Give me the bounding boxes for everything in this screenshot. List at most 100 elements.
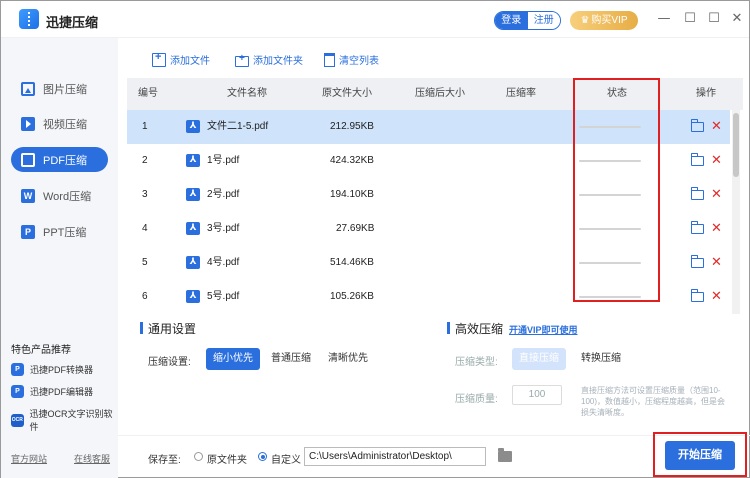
- delete-icon[interactable]: ✕: [711, 144, 722, 178]
- table-row[interactable]: 2 ⅄ 1号.pdf 424.32KB ✕: [127, 144, 730, 178]
- add-file-icon: [152, 51, 166, 67]
- online-service-link[interactable]: 在线客服: [74, 452, 110, 465]
- buy-vip-label: 购买VIP: [591, 15, 628, 26]
- type-direct-compress[interactable]: 直接压缩: [512, 348, 566, 370]
- minimize-icon[interactable]: —: [656, 11, 672, 27]
- compress-setting-label: 压缩设置:: [148, 357, 191, 368]
- register-button[interactable]: 注册: [527, 12, 560, 29]
- quality-input[interactable]: 100: [512, 385, 562, 405]
- pdf-converter-icon: P: [11, 363, 24, 376]
- table-header: 编号 文件名称 原文件大小 压缩后大小 压缩率 状态 操作: [127, 78, 743, 110]
- add-file-label: 添加文件: [170, 56, 210, 67]
- start-compress-button[interactable]: 开始压缩: [665, 441, 735, 470]
- radio-custom[interactable]: [258, 452, 267, 461]
- open-folder-icon[interactable]: [691, 221, 704, 234]
- sidebar-item-label: Word压缩: [43, 190, 92, 203]
- table-row[interactable]: 5 ⅄ 4号.pdf 514.46KB ✕: [127, 246, 730, 280]
- video-icon: [21, 116, 35, 131]
- open-folder-icon[interactable]: [691, 153, 704, 166]
- app-window: 迅捷压缩 登录 注册 ♛ 购买VIP — ☐ ☐ ✕ 图片压缩 视频压缩 PDF压…: [0, 0, 750, 478]
- sidebar-item-word[interactable]: W Word压缩: [11, 183, 108, 208]
- row-index: 6: [142, 291, 148, 302]
- login-button[interactable]: 登录: [495, 12, 528, 29]
- row-index: 2: [142, 155, 148, 166]
- advanced-settings-title: 高效压缩: [455, 322, 504, 336]
- row-index: 1: [142, 121, 148, 132]
- table-row[interactable]: 4 ⅄ 3号.pdf 27.69KB ✕: [127, 212, 730, 246]
- status-progress: [579, 296, 641, 298]
- table-row[interactable]: 6 ⅄ 5号.pdf 105.26KB ✕: [127, 280, 730, 314]
- open-folder-icon[interactable]: [691, 119, 704, 132]
- title-bar: 迅捷压缩 登录 注册 ♛ 购买VIP — ☐ ☐ ✕: [1, 1, 749, 38]
- delete-icon[interactable]: ✕: [711, 178, 722, 212]
- row-file-name: 4号.pdf: [207, 257, 240, 268]
- delete-icon[interactable]: ✕: [711, 212, 722, 246]
- add-folder-icon: [235, 53, 249, 67]
- sidebar: 图片压缩 视频压缩 PDF压缩 W Word压缩 P PPT压缩 特色产品推荐 …: [1, 38, 118, 478]
- sidebar-item-video[interactable]: 视频压缩: [11, 111, 108, 136]
- sidebar-item-label: PPT压缩: [43, 226, 87, 239]
- pdf-file-icon: ⅄: [186, 290, 200, 303]
- table-scrollbar-thumb[interactable]: [733, 113, 739, 177]
- status-progress: [579, 194, 641, 196]
- open-folder-icon[interactable]: [691, 255, 704, 268]
- add-folder-button[interactable]: 添加文件夹: [235, 52, 303, 67]
- restore-icon[interactable]: ☐: [706, 11, 722, 27]
- row-file-name: 文件二1-5.pdf: [207, 121, 269, 132]
- quality-hint: 直接压缩方法可设置压缩质量（范围10-100)，数值越小，压缩程度越高，但是会损…: [581, 386, 726, 417]
- option-normal-compress[interactable]: 普通压缩: [264, 348, 318, 370]
- open-folder-icon[interactable]: [691, 289, 704, 302]
- add-folder-label: 添加文件夹: [253, 56, 303, 67]
- row-file-name: 5号.pdf: [207, 291, 240, 302]
- pdf-editor-icon: P: [11, 385, 24, 398]
- featured-label: 迅捷OCR文字识别软件: [29, 409, 113, 432]
- row-original-size: 27.69KB: [336, 223, 375, 234]
- delete-icon[interactable]: ✕: [711, 280, 722, 314]
- clear-list-button[interactable]: 清空列表: [324, 52, 379, 67]
- open-vip-link[interactable]: 开通VIP即可使用: [509, 323, 578, 336]
- official-site-link[interactable]: 官方网站: [11, 452, 47, 465]
- sidebar-item-ppt[interactable]: P PPT压缩: [11, 219, 108, 244]
- save-to-label: 保存至:: [148, 455, 181, 466]
- custom-label: 自定义: [271, 455, 301, 466]
- maximize-icon[interactable]: ☐: [682, 11, 698, 27]
- featured-pdf-editor[interactable]: P 迅捷PDF编辑器: [11, 385, 93, 398]
- featured-pdf-converter[interactable]: P 迅捷PDF转换器: [11, 363, 93, 376]
- close-icon[interactable]: ✕: [729, 11, 745, 27]
- table-row[interactable]: 1 ⅄ 文件二1-5.pdf 212.95KB ✕: [127, 110, 730, 144]
- table-row[interactable]: 3 ⅄ 2号.pdf 194.10KB ✕: [127, 178, 730, 212]
- row-original-size: 105.26KB: [330, 291, 374, 302]
- add-file-button[interactable]: 添加文件: [152, 51, 210, 67]
- buy-vip-button[interactable]: ♛ 购买VIP: [570, 11, 638, 30]
- pdf-file-icon: ⅄: [186, 256, 200, 269]
- delete-icon[interactable]: ✕: [711, 110, 722, 144]
- pdf-icon: [21, 152, 35, 167]
- pdf-file-icon: ⅄: [186, 188, 200, 201]
- row-file-name: 3号.pdf: [207, 223, 240, 234]
- section-accent: [140, 322, 143, 334]
- featured-ocr[interactable]: OCR 迅捷OCR文字识别软件: [11, 407, 118, 433]
- header-original-size: 原文件大小: [322, 88, 372, 99]
- pdf-file-icon: ⅄: [186, 222, 200, 235]
- quality-label: 压缩质量:: [455, 394, 498, 405]
- option-shrink-priority[interactable]: 缩小优先: [206, 348, 260, 370]
- featured-label: 迅捷PDF编辑器: [30, 387, 94, 397]
- crown-icon: ♛: [580, 15, 590, 26]
- sidebar-item-pdf[interactable]: PDF压缩: [11, 147, 108, 172]
- radio-original-folder[interactable]: [194, 452, 203, 461]
- open-folder-icon[interactable]: [691, 187, 704, 200]
- save-path-input[interactable]: C:\Users\Administrator\Desktop\: [304, 447, 486, 466]
- row-index: 4: [142, 223, 148, 234]
- header-actions: 操作: [696, 88, 716, 99]
- trash-icon: [324, 52, 335, 67]
- header-compressed-size: 压缩后大小: [415, 88, 465, 99]
- delete-icon[interactable]: ✕: [711, 246, 722, 280]
- sidebar-item-image[interactable]: 图片压缩: [11, 76, 108, 101]
- pdf-file-icon: ⅄: [186, 120, 200, 133]
- row-index: 3: [142, 189, 148, 200]
- option-clarity-priority[interactable]: 清晰优先: [321, 348, 375, 370]
- browse-folder-icon[interactable]: [498, 448, 512, 462]
- auth-group: 登录 注册: [494, 11, 561, 30]
- featured-label: 迅捷PDF转换器: [30, 365, 94, 375]
- type-convert-compress[interactable]: 转换压缩: [574, 348, 628, 370]
